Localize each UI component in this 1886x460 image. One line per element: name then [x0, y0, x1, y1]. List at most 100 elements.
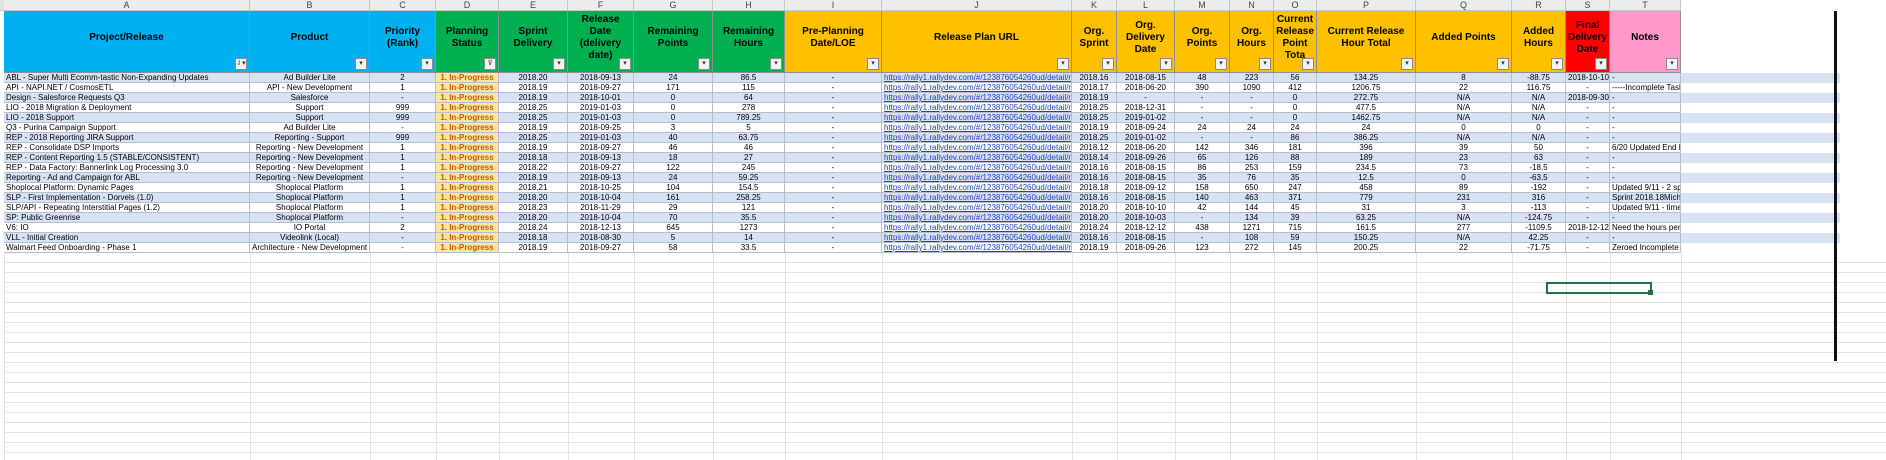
release-plan-link[interactable]: https://rally1.rallydev.com/#/1238760542… [882, 183, 1072, 193]
table-cell[interactable]: 2019-01-03 [568, 133, 634, 143]
table-cell[interactable]: 134.25 [1317, 73, 1416, 83]
table-cell[interactable]: - [785, 173, 882, 183]
header-cell-15[interactable]: Current Release Hour Total ▾ [1317, 11, 1416, 73]
table-cell[interactable]: 396 [1317, 143, 1416, 153]
dropdown-icon[interactable]: ▾ [867, 58, 879, 70]
table-cell[interactable]: - [1230, 93, 1274, 103]
table-cell[interactable]: 2018-12-31 [1117, 103, 1175, 113]
table-cell[interactable]: - [1566, 143, 1610, 153]
table-cell[interactable]: 2018-12-13 [568, 223, 634, 233]
status-cell[interactable]: 1. In-Progress [436, 83, 499, 93]
status-cell[interactable]: 1. In-Progress [436, 163, 499, 173]
release-plan-link[interactable]: https://rally1.rallydev.com/#/1238760542… [882, 143, 1072, 153]
table-cell[interactable]: 39 [1416, 143, 1512, 153]
table-cell[interactable]: 0 [634, 113, 713, 123]
table-cell[interactable]: 86 [1274, 133, 1317, 143]
table-cell[interactable]: 2018-12-12 [1117, 223, 1175, 233]
table-cell[interactable]: 2018.19 [499, 93, 568, 103]
table-cell[interactable]: 2018.20 [1072, 203, 1117, 213]
table-cell[interactable]: Reporting - New Development [250, 163, 370, 173]
table-cell[interactable]: N/A [1512, 93, 1566, 103]
table-cell[interactable]: Walmart Feed Onboarding - Phase 1 [4, 243, 250, 253]
table-cell[interactable]: Shoplocal Platform [250, 203, 370, 213]
table-cell[interactable]: 2018.25 [1072, 103, 1117, 113]
table-cell[interactable]: 18 [634, 153, 713, 163]
table-cell[interactable]: - [1566, 103, 1610, 113]
table-cell[interactable]: 2018.19 [499, 143, 568, 153]
column-letter-18[interactable]: S [1566, 0, 1610, 11]
table-cell[interactable]: 2018-08-15 [1117, 193, 1175, 203]
dropdown-icon[interactable]: ▾ [1497, 58, 1509, 70]
header-cell-16[interactable]: Added Points ▾ [1416, 11, 1512, 73]
table-cell[interactable]: - [1175, 213, 1230, 223]
dropdown-icon[interactable]: ▾ [698, 58, 710, 70]
table-cell[interactable]: - [1230, 103, 1274, 113]
table-cell[interactable]: - [1566, 133, 1610, 143]
table-cell[interactable]: 2018.19 [499, 123, 568, 133]
table-cell[interactable]: -192 [1512, 183, 1566, 193]
column-letter-11[interactable]: L [1117, 0, 1175, 11]
table-cell[interactable]: 2018.14 [1072, 153, 1117, 163]
table-cell[interactable]: 63.25 [1317, 213, 1416, 223]
table-cell[interactable]: 1273 [713, 223, 785, 233]
table-cell[interactable]: 2018.25 [499, 113, 568, 123]
table-cell[interactable]: Support [250, 113, 370, 123]
status-cell[interactable]: 1. In-Progress [436, 103, 499, 113]
table-cell[interactable]: - [785, 223, 882, 233]
table-cell[interactable]: 140 [1175, 193, 1230, 203]
table-cell[interactable]: Updated 9/11 - timeline adjusted [1610, 203, 1681, 213]
column-letter-15[interactable]: P [1317, 0, 1416, 11]
table-cell[interactable]: 272.75 [1317, 93, 1416, 103]
spreadsheet[interactable]: ABCDEFGHIJKLMNOPQRST Project/Release ⇃▾ Pr… [0, 0, 1886, 460]
table-cell[interactable]: 0 [1512, 123, 1566, 133]
dropdown-icon[interactable]: ▾ [1595, 58, 1607, 70]
table-cell[interactable]: Ad Builder Lite [250, 73, 370, 83]
table-cell[interactable]: -124.75 [1512, 213, 1566, 223]
table-cell[interactable]: - [785, 213, 882, 223]
table-cell[interactable]: 2018-09-13 [568, 173, 634, 183]
table-cell[interactable]: SLP - First Implementation - Dorvels (1.… [4, 193, 250, 203]
table-cell[interactable]: - [785, 73, 882, 83]
column-letter-1[interactable]: B [250, 0, 370, 11]
table-cell[interactable]: 2018-10-10 [1117, 203, 1175, 213]
table-cell[interactable]: N/A [1512, 113, 1566, 123]
table-cell[interactable]: 2019-01-03 [568, 103, 634, 113]
status-cell[interactable]: 1. In-Progress [436, 183, 499, 193]
table-cell[interactable]: 31 [1317, 203, 1416, 213]
table-cell[interactable]: - [785, 113, 882, 123]
table-cell[interactable]: 2018-11-29 [568, 203, 634, 213]
table-cell[interactable]: -----Incomplete Task Zero2018.1 [1610, 83, 1681, 93]
status-cell[interactable]: 1. In-Progress [436, 73, 499, 83]
table-cell[interactable]: 35.5 [713, 213, 785, 223]
table-cell[interactable]: 2018-06-20 [1117, 143, 1175, 153]
dropdown-icon[interactable]: ▾ [619, 58, 631, 70]
table-cell[interactable]: 3 [634, 123, 713, 133]
table-cell[interactable]: 1462.75 [1317, 113, 1416, 123]
header-cell-14[interactable]: Current Release Point Tota ▾ [1274, 11, 1317, 73]
table-cell[interactable]: - [1566, 213, 1610, 223]
table-cell[interactable]: 58 [634, 243, 713, 253]
header-cell-9[interactable]: Release Plan URL ▾ [882, 11, 1072, 73]
table-cell[interactable]: 64 [713, 93, 785, 103]
table-cell[interactable]: - [785, 243, 882, 253]
table-cell[interactable]: LIO - 2018 Support [4, 113, 250, 123]
table-cell[interactable]: 223 [1230, 73, 1274, 83]
table-cell[interactable]: 386.25 [1317, 133, 1416, 143]
table-cell[interactable]: 42.25 [1512, 233, 1566, 243]
table-cell[interactable]: 1 [370, 163, 436, 173]
table-cell[interactable]: 2018-08-15 [1117, 173, 1175, 183]
dropdown-icon[interactable]: ▾ [1401, 58, 1413, 70]
table-cell[interactable]: 40 [634, 133, 713, 143]
table-cell[interactable]: 24 [634, 73, 713, 83]
table-cell[interactable]: 88 [1274, 153, 1317, 163]
table-cell[interactable]: 42 [1175, 203, 1230, 213]
column-letter-9[interactable]: J [882, 0, 1072, 11]
table-cell[interactable]: -88.75 [1512, 73, 1566, 83]
table-cell[interactable]: 1 [370, 183, 436, 193]
table-cell[interactable]: - [785, 193, 882, 203]
table-cell[interactable]: 0 [1416, 123, 1512, 133]
dropdown-icon[interactable]: ▾ [1302, 58, 1314, 70]
column-letter-3[interactable]: D [436, 0, 499, 11]
table-cell[interactable]: - [1610, 213, 1681, 223]
table-cell[interactable]: 2018-08-15 [1117, 73, 1175, 83]
